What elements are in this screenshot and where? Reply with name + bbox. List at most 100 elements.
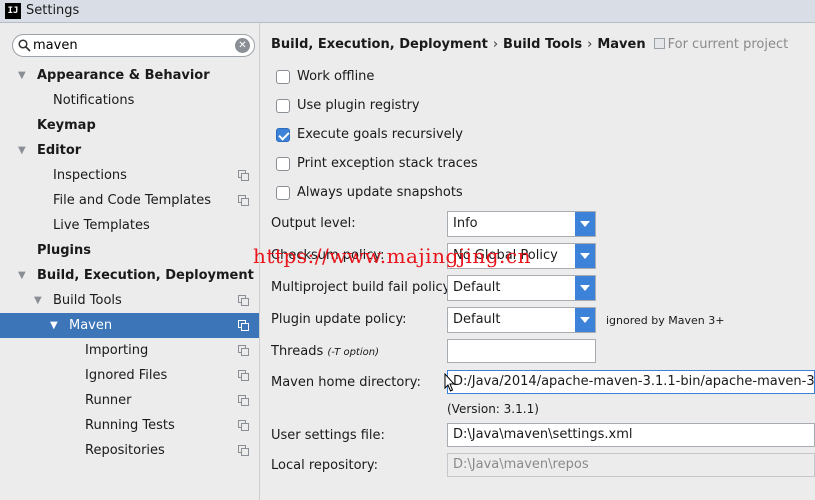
output-level-label: Output level: [271,216,356,231]
tree-item-label: Maven [69,318,113,333]
threads-label: Threads [271,344,324,359]
threads-input[interactable] [447,339,596,363]
expand-arrow-icon[interactable]: ▼ [18,138,26,163]
expand-arrow-icon[interactable]: ▼ [34,288,42,313]
expand-arrow-icon[interactable]: ▼ [18,63,26,88]
tree-item-label: Repositories [85,443,165,458]
tree-item-label: Plugins [37,243,91,258]
use-plugin-registry-checkbox[interactable] [276,99,290,113]
tree-item-repositories[interactable]: Repositories [0,438,259,463]
tree-item-inspections[interactable]: Inspections [0,163,259,188]
project-copy-icon [238,195,249,206]
always-update-snapshots-label: Always update snapshots [297,185,463,200]
tree-item-notifications[interactable]: Notifications [0,88,259,113]
tree-item-keymap[interactable]: Keymap [0,113,259,138]
text-cursor-icon [444,373,456,392]
tree-item-live-templates[interactable]: Live Templates [0,213,259,238]
tree-item-label: Build Tools [53,293,122,308]
tree-item-label: Build, Execution, Deployment [37,268,254,283]
multiproject-policy-select[interactable]: Default [447,275,596,301]
maven-settings-panel: Build, Execution, Deployment › Build Tools… [261,23,815,500]
work-offline-checkbox[interactable] [276,70,290,84]
tree-item-label: Appearance & Behavior [37,68,210,83]
breadcrumb: Build, Execution, Deployment › Build Tools… [271,37,788,52]
maven-version-label: (Version: 3.1.1) [447,402,539,416]
plugin-update-policy-label: Plugin update policy: [271,312,407,327]
always-update-snapshots-checkbox[interactable] [276,186,290,200]
breadcrumb-separator: › [587,37,593,52]
threads-label-group: Threads (-T option) [271,344,379,359]
project-copy-icon [238,395,249,406]
plugin-update-policy-select[interactable]: Default [447,307,596,333]
multiproject-policy-value: Default [453,280,501,295]
search-input[interactable] [33,36,228,55]
tree-item-label: Editor [37,143,82,158]
project-copy-icon [238,295,249,306]
tree-item-runner[interactable]: Runner [0,388,259,413]
tree-item-build-tools[interactable]: ▼ Build Tools [0,288,259,313]
tree-item-running-tests[interactable]: Running Tests [0,413,259,438]
chevron-down-icon[interactable] [575,276,595,300]
print-exception-stack-traces-checkbox[interactable] [276,157,290,171]
settings-sidebar: ✕ ▼ Appearance & Behavior Notifications Key… [0,23,260,500]
tree-item-importing[interactable]: Importing [0,338,259,363]
plugin-update-note: ignored by Maven 3+ [606,314,725,327]
maven-home-input[interactable]: D:/Java/2014/apache-maven-3.1.1-bin/apac… [447,370,815,394]
user-settings-input[interactable]: D:\Java\maven\settings.xml [447,423,815,447]
local-repository-label: Local repository: [271,458,378,473]
project-copy-icon [238,345,249,356]
tree-item-label: File and Code Templates [53,193,211,208]
checksum-policy-label: Checksum policy: [271,248,385,263]
plugin-update-policy-value: Default [453,312,501,327]
chevron-down-icon[interactable] [575,212,595,236]
chevron-down-icon[interactable] [575,308,595,332]
project-copy-icon [238,445,249,456]
tree-item-label: Notifications [53,93,135,108]
title-bar: IJ Settings [0,0,815,23]
tree-item-label: Importing [85,343,149,358]
tree-item-editor[interactable]: ▼ Editor [0,138,259,163]
tree-item-plugins[interactable]: Plugins [0,238,259,263]
breadcrumb-item: Build, Execution, Deployment [271,37,488,52]
tree-item-build-execution-deployment[interactable]: ▼ Build, Execution, Deployment [0,263,259,288]
local-repository-input: D:\Java\maven\repos [447,453,815,477]
project-copy-icon [238,370,249,381]
checksum-policy-select[interactable]: No Global Policy [447,243,596,269]
tree-item-label: Keymap [37,118,96,133]
tree-item-ignored-files[interactable]: Ignored Files [0,363,259,388]
tree-item-appearance-behavior[interactable]: ▼ Appearance & Behavior [0,63,259,88]
breadcrumb-item: Maven [597,37,646,52]
project-copy-icon [238,420,249,431]
execute-goals-recursively-label: Execute goals recursively [297,127,463,142]
expand-arrow-icon[interactable]: ▼ [18,263,26,288]
work-offline-label: Work offline [297,69,375,84]
chevron-down-icon[interactable] [575,244,595,268]
execute-goals-recursively-checkbox[interactable] [276,128,290,142]
settings-tree: ▼ Appearance & Behavior Notifications Keyma… [0,63,259,463]
clear-search-icon[interactable]: ✕ [235,38,250,53]
expand-arrow-icon[interactable]: ▼ [50,313,58,338]
window-title: Settings [26,3,80,18]
intellij-app-icon: IJ [5,3,21,19]
tree-item-label: Runner [85,393,132,408]
tree-item-label: Ignored Files [85,368,168,383]
tree-item-label: Inspections [53,168,127,183]
tree-item-label: Running Tests [85,418,175,433]
scope-label: For current project [667,37,789,52]
output-level-select[interactable]: Info [447,211,596,237]
project-copy-icon [238,320,249,331]
print-exception-stack-traces-label: Print exception stack traces [297,156,478,171]
use-plugin-registry-label: Use plugin registry [297,98,420,113]
tree-item-maven[interactable]: ▼ Maven [0,313,259,338]
tree-item-file-and-code-templates[interactable]: File and Code Templates [0,188,259,213]
project-copy-icon [238,170,249,181]
project-scope-icon [653,38,665,49]
search-box[interactable]: ✕ [12,34,255,57]
output-level-value: Info [453,216,478,231]
tree-item-label: Live Templates [53,218,150,233]
threads-hint: (-T option) [327,347,379,358]
breadcrumb-item: Build Tools [503,37,583,52]
breadcrumb-separator: › [492,37,499,52]
maven-home-label: Maven home directory: [271,375,421,390]
scope-note: For current project [653,37,789,52]
